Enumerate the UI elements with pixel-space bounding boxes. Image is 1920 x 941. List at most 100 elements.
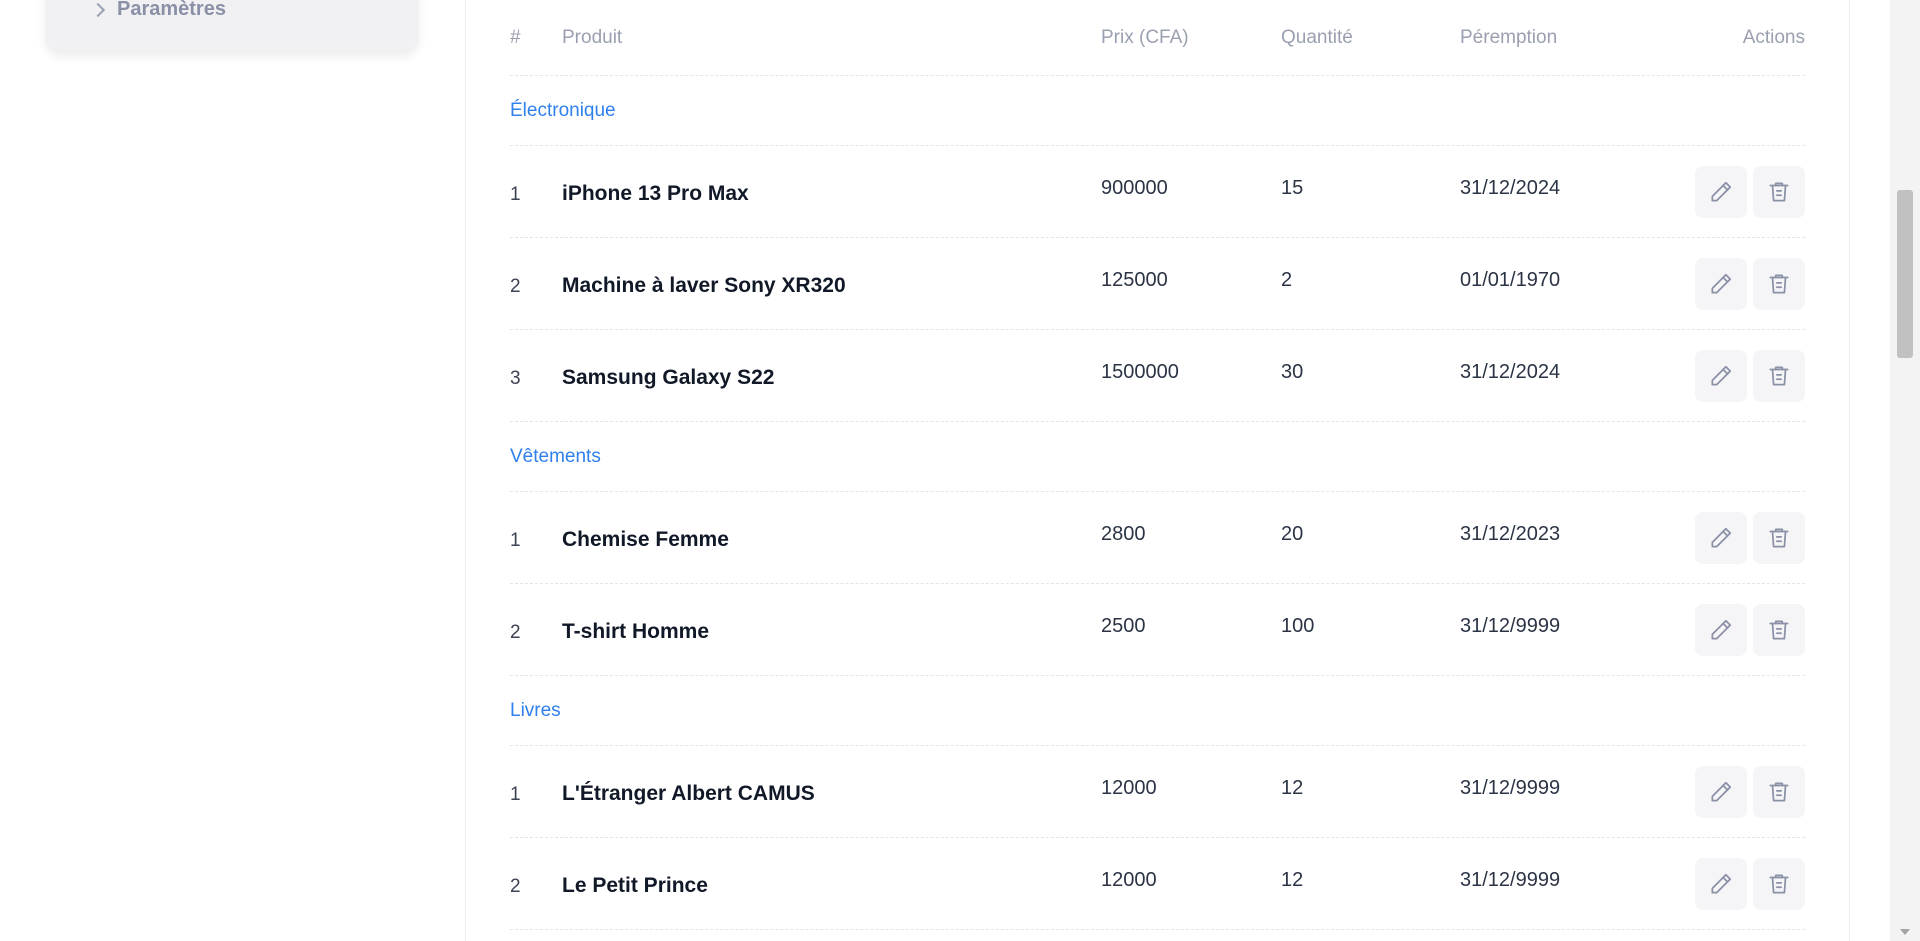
- table-row: 2 Machine à laver Sony XR320 125000 2 01/01/…: [510, 238, 1805, 330]
- table-header: # Produit Prix (CFA) Quantité Péremption…: [510, 0, 1805, 76]
- pencil-icon: [1708, 363, 1734, 389]
- row-number: 2: [510, 622, 521, 643]
- trash-icon: [1766, 617, 1792, 643]
- row-actions: [1695, 258, 1805, 310]
- scroll-down-arrow-icon[interactable]: [1900, 929, 1910, 935]
- sidebar-item-label: Paramètres: [117, 0, 226, 20]
- pencil-icon: [1708, 271, 1734, 297]
- product-quantity: 30: [1281, 361, 1304, 383]
- product-price: 125000: [1101, 269, 1168, 291]
- product-price: 12000: [1101, 777, 1157, 799]
- table-row: 1 Chemise Femme 2800 20 31/12/2023: [510, 492, 1805, 584]
- pencil-icon: [1708, 871, 1734, 897]
- category-label: Livres: [510, 699, 561, 721]
- product-expiry: 31/12/9999: [1460, 869, 1561, 891]
- product-name: Machine à laver Sony XR320: [562, 274, 846, 297]
- edit-button[interactable]: [1695, 858, 1747, 910]
- delete-button[interactable]: [1753, 604, 1805, 656]
- category-row: Électronique: [510, 76, 1805, 146]
- edit-button[interactable]: [1695, 766, 1747, 818]
- row-actions: [1695, 858, 1805, 910]
- product-price: 1500000: [1101, 361, 1179, 383]
- product-price: 2500: [1101, 615, 1146, 637]
- product-name: T-shirt Homme: [562, 620, 710, 643]
- row-number: 1: [510, 784, 521, 805]
- header-price: Prix (CFA): [1101, 26, 1189, 48]
- table-row: 3 Samsung Galaxy S22 1500000 30 31/12/2024: [510, 330, 1805, 422]
- pencil-icon: [1708, 179, 1734, 205]
- trash-icon: [1766, 363, 1792, 389]
- product-table: # Produit Prix (CFA) Quantité Péremption…: [510, 0, 1805, 930]
- product-name: L'Étranger Albert CAMUS: [562, 782, 815, 805]
- category-label: Vêtements: [510, 445, 601, 467]
- product-price: 900000: [1101, 177, 1168, 199]
- row-number: 2: [510, 276, 521, 297]
- trash-icon: [1766, 871, 1792, 897]
- chevron-right-icon: [90, 2, 106, 17]
- product-quantity: 15: [1281, 177, 1304, 199]
- vertical-scrollbar[interactable]: [1890, 0, 1920, 941]
- header-quantity: Quantité: [1281, 26, 1353, 48]
- trash-icon: [1766, 525, 1792, 551]
- table-row: 2 Le Petit Prince 12000 12 31/12/9999: [510, 838, 1805, 930]
- product-name: Chemise Femme: [562, 528, 729, 551]
- trash-icon: [1766, 179, 1792, 205]
- delete-button[interactable]: [1753, 166, 1805, 218]
- row-number: 3: [510, 368, 521, 389]
- header-num: #: [510, 26, 521, 48]
- delete-button[interactable]: [1753, 766, 1805, 818]
- header-actions: Actions: [1742, 26, 1805, 48]
- pencil-icon: [1708, 779, 1734, 805]
- row-number: 1: [510, 184, 521, 205]
- product-quantity: 2: [1281, 269, 1293, 291]
- category-row: Livres: [510, 676, 1805, 746]
- sidebar-item-parametres[interactable]: Paramètres: [90, 0, 226, 21]
- scrollbar-thumb[interactable]: [1897, 190, 1913, 358]
- edit-button[interactable]: [1695, 258, 1747, 310]
- row-actions: [1695, 166, 1805, 218]
- category-label: Électronique: [510, 99, 616, 121]
- product-expiry: 01/01/1970: [1460, 269, 1561, 291]
- sidebar: Paramètres: [45, 0, 419, 53]
- product-quantity: 20: [1281, 523, 1304, 545]
- product-name: iPhone 13 Pro Max: [562, 182, 749, 205]
- page: Paramètres # Produit Prix (CFA) Quantité…: [0, 0, 1920, 941]
- product-name: Le Petit Prince: [562, 874, 708, 897]
- row-actions: [1695, 350, 1805, 402]
- product-expiry: 31/12/9999: [1460, 777, 1561, 799]
- pencil-icon: [1708, 617, 1734, 643]
- edit-button[interactable]: [1695, 166, 1747, 218]
- trash-icon: [1766, 271, 1792, 297]
- edit-button[interactable]: [1695, 350, 1747, 402]
- product-expiry: 31/12/2023: [1460, 523, 1561, 545]
- table-row: 1 iPhone 13 Pro Max 900000 15 31/12/2024: [510, 146, 1805, 238]
- edit-button[interactable]: [1695, 512, 1747, 564]
- header-expiry: Péremption: [1460, 26, 1558, 48]
- pencil-icon: [1708, 525, 1734, 551]
- table-row: 1 L'Étranger Albert CAMUS 12000 12 31/12/999…: [510, 746, 1805, 838]
- product-expiry: 31/12/2024: [1460, 361, 1561, 383]
- product-expiry: 31/12/9999: [1460, 615, 1561, 637]
- category-row: Vêtements: [510, 422, 1805, 492]
- product-price: 2800: [1101, 523, 1146, 545]
- table-row: 2 T-shirt Homme 2500 100 31/12/9999: [510, 584, 1805, 676]
- delete-button[interactable]: [1753, 858, 1805, 910]
- product-name: Samsung Galaxy S22: [562, 366, 775, 389]
- delete-button[interactable]: [1753, 258, 1805, 310]
- row-number: 1: [510, 530, 521, 551]
- delete-button[interactable]: [1753, 350, 1805, 402]
- row-number: 2: [510, 876, 521, 897]
- edit-button[interactable]: [1695, 604, 1747, 656]
- header-product: Produit: [562, 26, 623, 48]
- product-quantity: 12: [1281, 869, 1304, 891]
- product-quantity: 12: [1281, 777, 1304, 799]
- trash-icon: [1766, 779, 1792, 805]
- row-actions: [1695, 766, 1805, 818]
- row-actions: [1695, 512, 1805, 564]
- product-quantity: 100: [1281, 615, 1315, 637]
- row-actions: [1695, 604, 1805, 656]
- product-expiry: 31/12/2024: [1460, 177, 1561, 199]
- delete-button[interactable]: [1753, 512, 1805, 564]
- table-body: Électronique 1 iPhone 13 Pro Max 900000 15 31…: [510, 76, 1805, 930]
- product-price: 12000: [1101, 869, 1157, 891]
